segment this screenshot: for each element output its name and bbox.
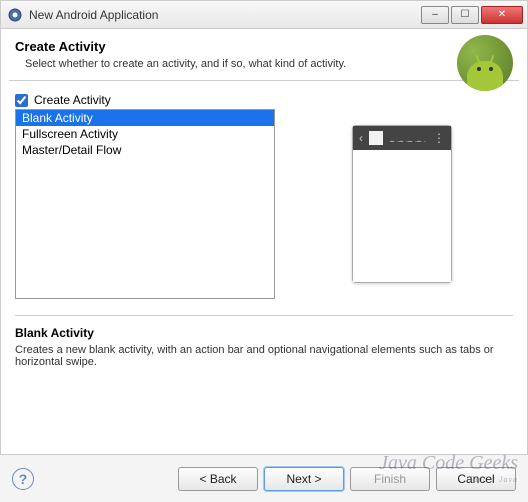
list-item[interactable]: Fullscreen Activity <box>16 126 274 142</box>
page-subtitle: Select whether to create an activity, an… <box>15 58 513 70</box>
phone-screen <box>353 150 451 282</box>
activity-type-list[interactable]: Blank Activity Fullscreen Activity Maste… <box>15 109 275 299</box>
minimize-button[interactable]: – <box>421 6 449 24</box>
phone-actionbar: ‹ ～～～～ ⋮ <box>353 126 451 150</box>
cancel-button[interactable]: Cancel <box>436 467 516 491</box>
android-icon <box>457 35 513 91</box>
create-activity-label: Create Activity <box>34 93 111 107</box>
phone-mockup: ‹ ～～～～ ⋮ <box>352 125 452 283</box>
create-activity-checkbox-input[interactable] <box>15 94 28 107</box>
description-title: Blank Activity <box>15 326 513 340</box>
help-icon[interactable]: ? <box>12 468 34 490</box>
list-item[interactable]: Master/Detail Flow <box>16 142 274 158</box>
wizard-header: Create Activity Select whether to create… <box>1 29 527 80</box>
app-icon <box>7 7 23 23</box>
finish-button: Finish <box>350 467 430 491</box>
list-item[interactable]: Blank Activity <box>16 110 274 126</box>
back-button[interactable]: < Back <box>178 467 258 491</box>
back-chevron-icon: ‹ <box>359 131 363 145</box>
page-title: Create Activity <box>15 39 513 54</box>
activity-preview: ‹ ～～～～ ⋮ <box>291 109 513 299</box>
window-title: New Android Application <box>29 8 421 22</box>
overflow-icon: ⋮ <box>433 131 445 145</box>
create-activity-checkbox[interactable]: Create Activity <box>15 93 513 107</box>
window-titlebar: New Android Application – ☐ ✕ <box>1 1 527 29</box>
close-button[interactable]: ✕ <box>481 6 523 24</box>
activity-description: Blank Activity Creates a new blank activ… <box>15 315 513 378</box>
title-squiggle: ～～～～ <box>389 134 427 142</box>
app-square-icon <box>369 131 383 145</box>
wizard-footer: ? < Back Next > Finish Cancel <box>0 454 528 502</box>
wizard-main: Create Activity Blank Activity Fullscree… <box>1 81 527 390</box>
maximize-button[interactable]: ☐ <box>451 6 479 24</box>
description-text: Creates a new blank activity, with an ac… <box>15 344 513 368</box>
next-button[interactable]: Next > <box>264 467 344 491</box>
